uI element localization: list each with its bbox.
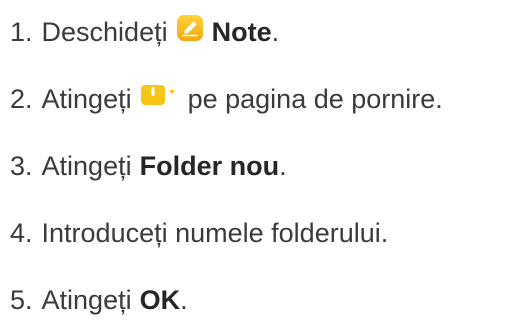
step-text-after: .	[279, 151, 287, 181]
step-text: Atingeți pe pagina de pornire.	[42, 81, 443, 117]
step-text-before: Deschideți	[41, 17, 168, 47]
step-number: 3.	[10, 151, 33, 181]
step-text-before: Atingeți	[41, 285, 132, 315]
option-new-folder: Folder nou	[139, 151, 280, 181]
step-4: 4. Introduceți numele folderului.	[10, 216, 388, 250]
instruction-list: 1. Deschideți Note. 2. Atingeți pe pagin…	[0, 0, 524, 324]
option-ok: OK	[139, 285, 181, 315]
step-text: Atingeți Folder nou.	[42, 149, 287, 183]
step-text-after: .	[271, 17, 280, 47]
notes-app-icon	[176, 14, 204, 50]
app-name-notes: Note	[211, 17, 272, 47]
step-number: 2.	[10, 84, 33, 114]
step-text-before: Atingeți	[41, 151, 132, 181]
step-1: 1. Deschideți Note.	[10, 15, 279, 49]
step-text: Introduceți numele folderului.	[41, 218, 389, 248]
step-number: 5.	[10, 285, 33, 315]
new-folder-menu-icon	[140, 81, 180, 117]
step-5: 5. Atingeți OK.	[10, 283, 188, 317]
step-number: 4.	[10, 218, 33, 248]
step-number: 1.	[10, 17, 33, 47]
step-2: 2. Atingeți pe pagina de pornire.	[10, 82, 443, 116]
step-3: 3. Atingeți Folder nou.	[10, 149, 287, 183]
step-text-after: pe pagina de pornire.	[187, 84, 443, 114]
step-text: Atingeți OK.	[42, 283, 188, 317]
step-text: Deschideți Note.	[41, 14, 280, 50]
step-text-after: .	[180, 285, 188, 315]
step-text-before: Atingeți	[41, 84, 132, 114]
